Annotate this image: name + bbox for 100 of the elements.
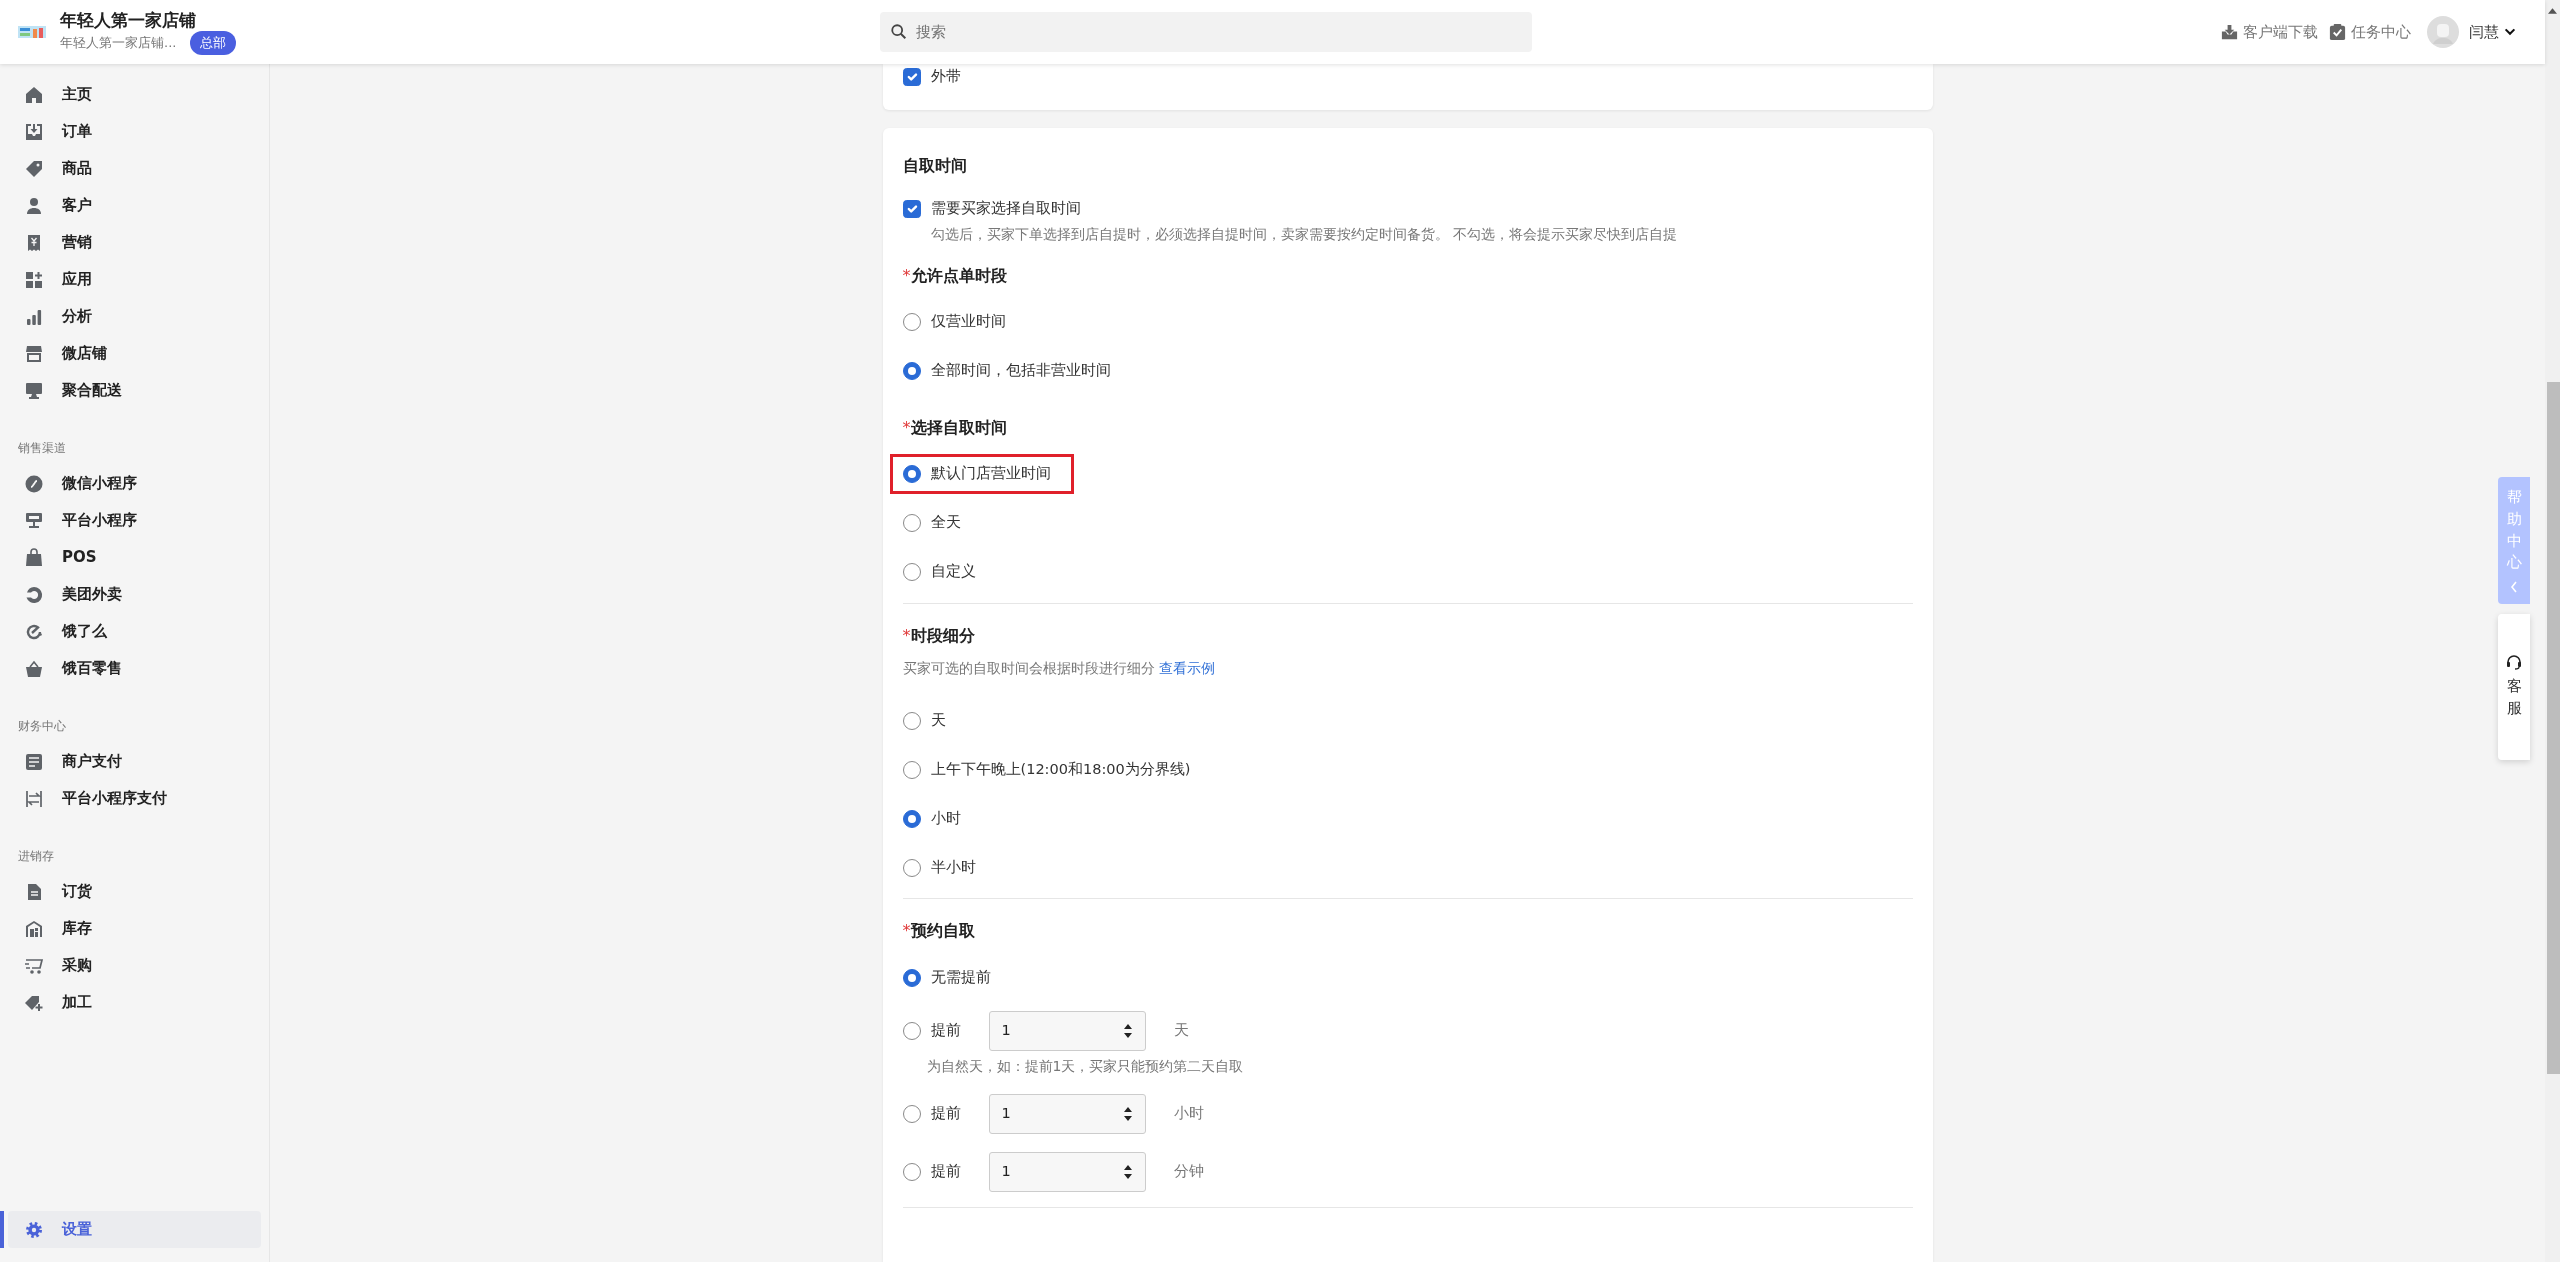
spinner-icon	[1122, 1164, 1133, 1180]
sidebar-item[interactable]: 聚合配送	[0, 372, 261, 409]
radio-button[interactable]	[902, 563, 921, 582]
sidebar-item[interactable]: 营销	[0, 224, 261, 261]
shopping-bag-icon	[24, 547, 44, 568]
sidebar-item[interactable]: 订货	[0, 873, 261, 910]
radio-label: 自定义	[930, 562, 976, 582]
sidebar-item[interactable]: 库存	[0, 910, 261, 947]
radio-button[interactable]	[902, 514, 921, 533]
store-subtitle: 年轻人第一家店铺...	[60, 34, 177, 53]
hint-text: 买家可选的自取时间会根据时段进行细分 查看示例	[902, 658, 1216, 678]
gear-icon	[24, 1219, 44, 1240]
store-logo-icon	[18, 26, 46, 38]
radio-label: 全天	[930, 513, 961, 533]
checkbox[interactable]	[902, 67, 921, 86]
radio-button[interactable]	[902, 1022, 921, 1040]
checkbox[interactable]	[902, 199, 921, 218]
sidebar-item[interactable]: 应用	[0, 261, 261, 298]
warehouse-icon	[24, 918, 44, 939]
sidebar-item[interactable]: 饿了么	[0, 613, 261, 650]
clipboard-check-icon	[2328, 22, 2347, 42]
radio-label: 提前	[930, 1162, 961, 1182]
radio-label: 提前	[930, 1021, 961, 1041]
swap-arrows-icon	[24, 788, 44, 809]
storefront-icon	[24, 343, 44, 364]
scrollbar[interactable]	[2545, 0, 2560, 1262]
radio-button[interactable]	[902, 809, 921, 828]
unit-label: 分钟	[1173, 1162, 1204, 1182]
spinner-icon	[1122, 1023, 1133, 1039]
header-link[interactable]: 任务中心	[2328, 20, 2411, 44]
search-icon	[890, 23, 908, 41]
unit-label: 天	[1173, 1021, 1189, 1041]
radio-label: 天	[930, 710, 946, 730]
search-field[interactable]: 搜索	[880, 12, 1532, 52]
section-label: 进销存	[17, 848, 55, 865]
number-field[interactable]: 1	[988, 1094, 1146, 1134]
sidebar-item[interactable]: 设置	[8, 1211, 261, 1248]
checkbox-label: 需要买家选择自取时间	[930, 198, 1081, 218]
field-label: *允许点单时段	[902, 264, 1008, 287]
sidebar-item[interactable]: 采购	[0, 947, 261, 984]
sidebar-item[interactable]: POS	[0, 539, 261, 576]
sidebar-item[interactable]: 主页	[0, 76, 261, 113]
avatar-icon	[2427, 16, 2459, 48]
apps-grid-icon	[24, 269, 44, 290]
radio-label: 仅营业时间	[930, 312, 1006, 332]
sidebar-item[interactable]: 平台小程序	[0, 502, 261, 539]
sidebar-item[interactable]: 订单	[0, 113, 261, 150]
radio-button[interactable]	[902, 362, 921, 381]
tag-icon	[24, 158, 44, 179]
kiosk-icon	[24, 510, 44, 531]
sidebar-item[interactable]: 饿百零售	[0, 650, 261, 687]
hint-text: 勾选后，买家下单选择到店自提时，必须选择自提时间，卖家需要按约定时间备货。 不勾选，将会提示买家尽快到店自提	[929, 224, 1678, 244]
example-link[interactable]: 查看示例	[1158, 659, 1215, 676]
sidebar-item[interactable]: 商户支付	[0, 743, 261, 780]
note-text: 为自然天，如：提前1天，买家只能预约第二天自取	[925, 1057, 1245, 1076]
radio-label: 小时	[930, 808, 961, 828]
sidebar-item[interactable]: 平台小程序支付	[0, 780, 261, 817]
radio-label: 上午下午晚上(12:00和18:00为分界线)	[930, 759, 1191, 779]
sidebar-item[interactable]: 微信小程序	[0, 465, 261, 502]
sidebar-item[interactable]: 微店铺	[0, 335, 261, 372]
sidebar-item[interactable]: 加工	[0, 984, 261, 1021]
radio-label: 全部时间，包括非营业时间	[930, 361, 1111, 381]
radio-button[interactable]	[902, 313, 921, 332]
radio-button[interactable]	[902, 1105, 921, 1123]
download-tray-icon	[2220, 22, 2239, 42]
link-circle-icon	[24, 473, 44, 494]
radio-button[interactable]	[902, 711, 921, 730]
radio-button[interactable]	[902, 1163, 921, 1181]
number-field[interactable]: 1	[988, 1011, 1146, 1051]
header-link[interactable]: 客户端下载	[2220, 20, 2318, 44]
person-icon	[24, 195, 44, 216]
store-name: 年轻人第一家店铺	[60, 9, 197, 32]
spinner-icon	[1122, 1106, 1133, 1122]
document-icon	[24, 751, 44, 772]
unit-label: 小时	[1173, 1104, 1204, 1124]
section-label: 销售渠道	[17, 440, 67, 457]
basket-icon	[24, 658, 44, 679]
sidebar-item[interactable]: 商品	[0, 150, 261, 187]
swirl-icon	[24, 584, 44, 605]
field-label: *时段细分	[902, 624, 976, 647]
radio-button[interactable]	[902, 968, 921, 987]
radio-button[interactable]	[902, 858, 921, 877]
sidebar-item[interactable]: 分析	[0, 298, 261, 335]
headquarters-badge: 总部	[190, 31, 237, 55]
radio-button[interactable]	[902, 760, 921, 779]
sidebar-item[interactable]: 客户	[0, 187, 261, 224]
radio-label: 默认门店营业时间	[930, 464, 1051, 484]
customer-service-tab[interactable]: 客服	[2498, 614, 2530, 760]
section-label: 财务中心	[17, 718, 67, 735]
user-menu[interactable]: 闫慧	[2469, 20, 2517, 44]
radio-label: 提前	[930, 1104, 961, 1124]
sidebar-item[interactable]: 美团外卖	[0, 576, 261, 613]
monitor-icon	[24, 380, 44, 401]
checkbox-label: 外带	[930, 67, 961, 86]
field-label: *预约自取	[902, 920, 976, 942]
number-field[interactable]: 1	[988, 1152, 1146, 1192]
active-indicator	[0, 1211, 4, 1248]
radio-button[interactable]	[902, 465, 921, 484]
radio-label: 半小时	[930, 857, 976, 877]
headset-icon	[2506, 654, 2522, 670]
